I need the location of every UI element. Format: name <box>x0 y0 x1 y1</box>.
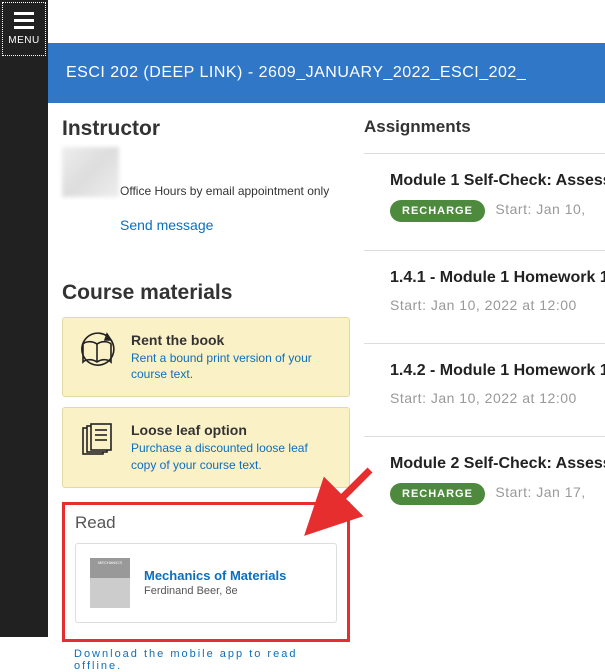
instructor-heading: Instructor <box>62 117 350 141</box>
assignment-start: Start: Jan 10, 2022 at 12:00 <box>390 297 577 313</box>
book-cover-icon: MECHANICS <box>90 558 130 608</box>
assignment-start: Start: Jan 10, 2022 at 12:00 <box>390 390 577 406</box>
assignment-title: 1.4.2 - Module 1 Homework 1B <box>390 362 605 380</box>
menu-label: MENU <box>8 35 39 46</box>
menu-button[interactable]: MENU <box>2 2 46 56</box>
course-header: ESCI 202 (DEEP LINK) - 2609_JANUARY_2022… <box>48 43 605 103</box>
send-message-link[interactable]: Send message <box>120 217 350 233</box>
assignment-start: Start: Jan 17, <box>495 484 585 500</box>
download-app-link[interactable]: Download the mobile app to read offline. <box>62 648 350 672</box>
ebook-card[interactable]: MECHANICS Mechanics of Materials Ferdina… <box>75 543 337 623</box>
assignment-title: 1.4.1 - Module 1 Homework 1A <box>390 269 605 287</box>
assignment-item[interactable]: 1.4.2 - Module 1 Homework 1B Start: Jan … <box>364 344 605 437</box>
rent-book-card[interactable]: Rent the book Rent a bound print version… <box>62 317 350 397</box>
office-hours: Office Hours by email appointment only <box>120 183 350 199</box>
loose-leaf-icon <box>77 422 117 462</box>
assignment-item[interactable]: Module 1 Self-Check: Assess RECHARGE Sta… <box>364 154 605 251</box>
loose-leaf-card[interactable]: Loose leaf option Purchase a discounted … <box>62 407 350 487</box>
recharge-badge: RECHARGE <box>390 200 485 222</box>
assignments-heading: Assignments <box>364 117 605 154</box>
assignment-title: Module 2 Self-Check: Assess <box>390 455 605 473</box>
instructor-photo <box>62 147 119 197</box>
book-author: Ferdinand Beer, 8e <box>144 585 286 597</box>
book-open-icon <box>77 332 117 372</box>
recharge-badge: RECHARGE <box>390 483 485 505</box>
read-heading: Read <box>75 513 337 533</box>
assignment-item[interactable]: Module 2 Self-Check: Assess RECHARGE Sta… <box>364 437 605 533</box>
rent-subtitle: Rent a bound print version of your cours… <box>131 350 335 382</box>
rent-title: Rent the book <box>131 332 335 348</box>
assignment-title: Module 1 Self-Check: Assess <box>390 172 605 190</box>
read-highlight-box: Read MECHANICS Mechanics of Materials Fe… <box>62 502 350 642</box>
assignment-item[interactable]: 1.4.1 - Module 1 Homework 1A Start: Jan … <box>364 251 605 344</box>
course-title: ESCI 202 (DEEP LINK) - 2609_JANUARY_2022… <box>66 64 526 82</box>
book-title: Mechanics of Materials <box>144 568 286 583</box>
assignment-start: Start: Jan 10, <box>495 201 585 217</box>
loose-subtitle: Purchase a discounted loose leaf copy of… <box>131 440 335 472</box>
loose-title: Loose leaf option <box>131 422 335 438</box>
hamburger-icon <box>14 12 34 29</box>
materials-heading: Course materials <box>62 281 350 305</box>
